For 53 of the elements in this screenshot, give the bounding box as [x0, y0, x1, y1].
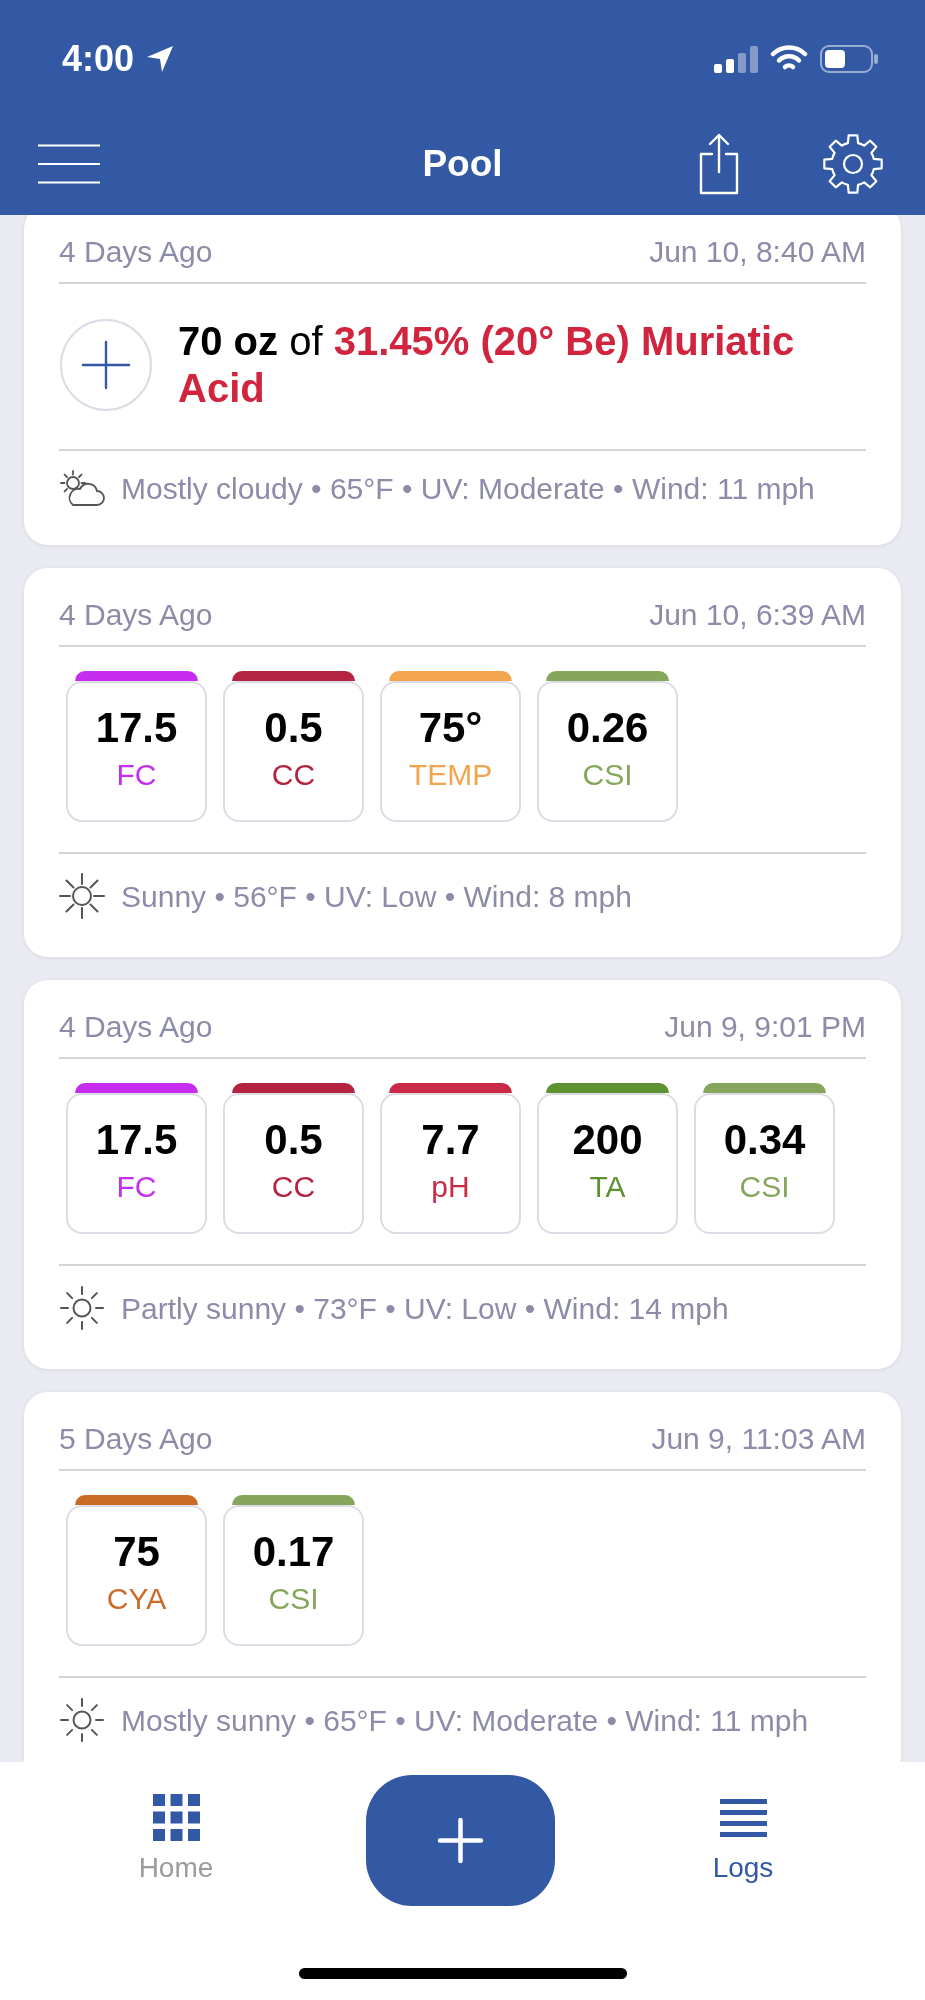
- menu-icon[interactable]: [38, 143, 100, 184]
- log-age: 4 Days Ago: [59, 234, 213, 269]
- status-time: 4:00: [62, 39, 135, 79]
- screen-title: Pool: [422, 141, 503, 186]
- log-timestamp: Jun 9, 9:01 PM: [664, 1009, 866, 1044]
- log-timestamp: Jun 10, 6:39 AM: [649, 597, 866, 632]
- log-timestamp: Jun 9, 11:03 AM: [651, 1421, 866, 1456]
- logs-tab[interactable]: Logs: [643, 1775, 843, 1885]
- reading-label: CSI: [582, 758, 633, 792]
- reading-label: FC: [116, 1170, 157, 1204]
- weather-text: Mostly cloudy • 65°F • UV: Moderate • Wind: 11 mph: [121, 471, 815, 506]
- reading-value: 200: [572, 1117, 643, 1163]
- sun-icon: [59, 1285, 105, 1331]
- reading-label: TA: [589, 1170, 626, 1204]
- dose-text: 70 oz of 31.45% (20° Be) Muriatic Acid: [178, 318, 796, 412]
- reading-value: 0.5: [264, 1117, 323, 1163]
- reading-label: CYA: [106, 1582, 167, 1616]
- reading-value: 75: [113, 1529, 160, 1575]
- reading-value: 0.26: [566, 705, 649, 751]
- weather-text: Mostly sunny • 65°F • UV: Moderate • Wind: 11 mph: [121, 1702, 809, 1738]
- reading-label: CSI: [268, 1582, 319, 1616]
- location-arrow-icon: [146, 45, 175, 73]
- settings-icon[interactable]: [822, 132, 884, 195]
- list-icon: [719, 1798, 767, 1837]
- reading-value: 17.5: [95, 1117, 178, 1163]
- reading-label: CC: [271, 1170, 316, 1204]
- sun-icon: [59, 1697, 105, 1743]
- reading-label: CSI: [739, 1170, 790, 1204]
- plus-circle-icon: [60, 319, 152, 411]
- add-button[interactable]: [366, 1775, 555, 1906]
- signal-icon: [714, 45, 758, 73]
- share-icon[interactable]: [699, 132, 739, 195]
- reading-value: 0.34: [723, 1117, 806, 1163]
- reading-value: 0.5: [264, 705, 323, 751]
- weather-text: Partly sunny • 73°F • UV: Low • Wind: 14 mph: [121, 1290, 729, 1326]
- battery-icon: [820, 45, 878, 73]
- sun-icon: [59, 873, 105, 919]
- plus-icon: [437, 1817, 484, 1864]
- log-age: 5 Days Ago: [59, 1421, 213, 1456]
- log-timestamp: Jun 10, 8:40 AM: [649, 234, 866, 269]
- log-age: 4 Days Ago: [59, 1009, 213, 1044]
- reading-value: 7.7: [421, 1117, 480, 1163]
- log-age: 4 Days Ago: [59, 597, 213, 632]
- weather-text: Sunny • 56°F • UV: Low • Wind: 8 mph: [121, 878, 632, 914]
- reading-label: CC: [271, 758, 316, 792]
- reading-label: TEMP: [408, 758, 493, 792]
- grid-icon: [152, 1794, 200, 1841]
- reading-label: FC: [116, 758, 157, 792]
- reading-value: 17.5: [95, 705, 178, 751]
- reading-value: 75°: [418, 705, 483, 751]
- sun-cloud-icon: [59, 470, 105, 507]
- reading-value: 0.17: [252, 1529, 335, 1575]
- reading-label: pH: [431, 1170, 470, 1204]
